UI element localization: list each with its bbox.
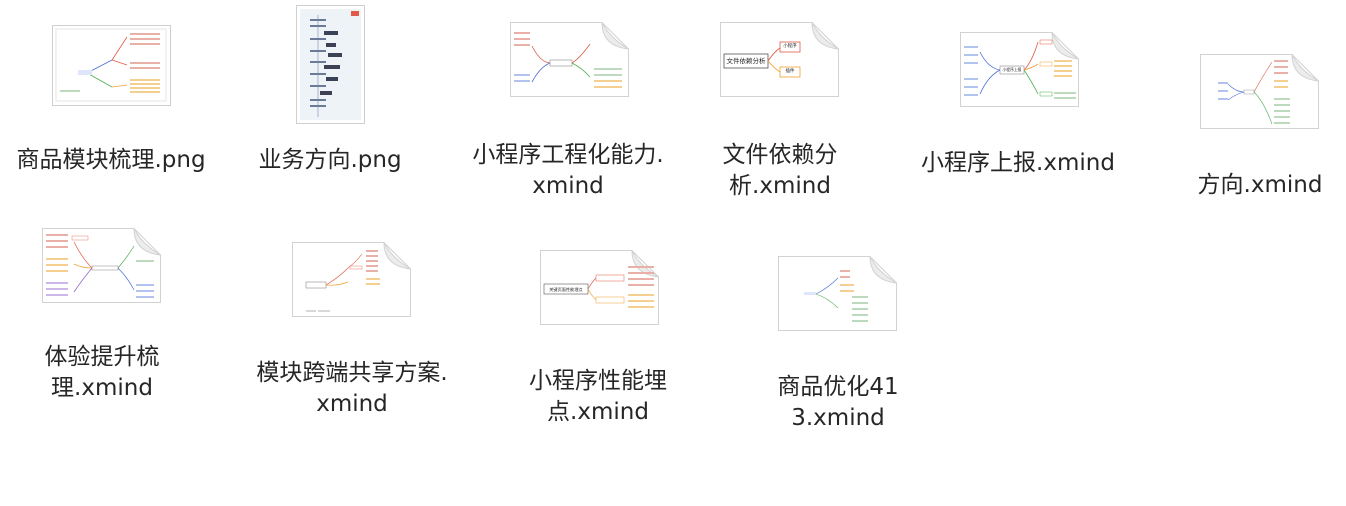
file-item-6[interactable]: 体验提升梳理.xmind [22,220,182,420]
file-item-3[interactable]: 文件依赖分析 小程序 插件 文件依赖分析.xmind [700,0,860,210]
file-item-7[interactable]: 模块跨端共享方案.xmind [254,220,450,420]
xmind-thumbnail [778,256,898,332]
file-item-4[interactable]: 小程序上报 小程序上报.xmind [912,0,1124,210]
xmind-thumbnail [1200,54,1320,130]
xmind-thumbnail [42,228,162,304]
png-thumbnail [296,5,366,125]
file-name-label: 模块跨端共享方案.xmind [256,360,448,417]
xmind-thumbnail: 关键页面性能埋点 [540,250,660,326]
xmind-branch-1: 插件 [785,69,795,74]
xmind-thumbnail: 小程序上报 [960,32,1080,108]
file-name-label: 业务方向.png [258,147,402,173]
file-item-1[interactable]: 业务方向.png [240,0,420,200]
png-thumbnail [52,25,172,107]
file-item-0[interactable]: 商品模块梳理.png [0,0,222,200]
xmind-thumbnail [510,22,630,98]
xmind-center-topic: 关键页面性能埋点 [549,287,583,292]
file-name-label: 小程序性能埋点.xmind [529,368,667,425]
file-name-label: 文件依赖分析.xmind [722,142,838,199]
file-item-2[interactable]: 小程序工程化能力.xmind [470,0,666,210]
file-name-label: 小程序工程化能力.xmind [472,142,664,199]
xmind-thumbnail: 文件依赖分析 小程序 插件 [720,22,840,98]
file-name-label: 方向.xmind [1197,172,1323,198]
file-item-8[interactable]: 关键页面性能埋点 小程序性能埋点.xmind [512,220,684,430]
xmind-branch-0: 小程序 [783,44,797,49]
file-name-label: 商品模块梳理.png [16,147,206,173]
file-name-label: 体验提升梳理.xmind [44,344,160,401]
xmind-center-topic: 小程序上报 [1002,67,1022,72]
file-name-label: 商品优化413.xmind [777,374,899,431]
xmind-thumbnail [292,242,412,318]
file-item-5[interactable]: 方向.xmind [1180,0,1340,210]
xmind-center-topic: 文件依赖分析 [726,57,766,65]
file-item-9[interactable]: 商品优化413.xmind [752,220,924,436]
file-name-label: 小程序上报.xmind [921,150,1115,176]
